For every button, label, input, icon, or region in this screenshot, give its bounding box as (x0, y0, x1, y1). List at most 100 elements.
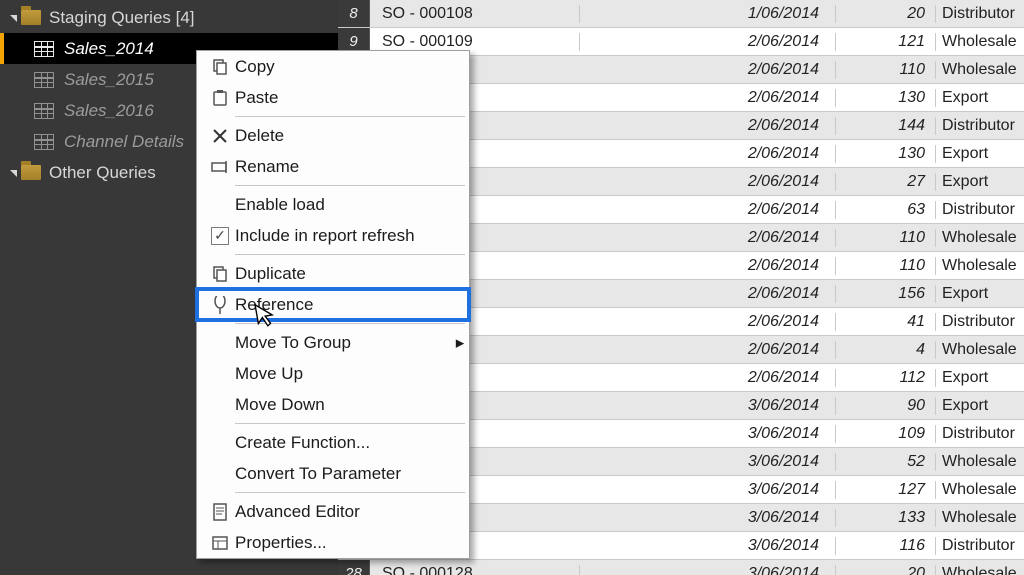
menu-item-copy[interactable]: Copy (197, 51, 469, 82)
menu-item-label: Enable load (235, 195, 469, 215)
menu-item-label: Create Function... (235, 433, 469, 453)
folder-label: Other Queries (49, 163, 156, 183)
cell-date: 2/06/2014 (580, 89, 836, 107)
cell-qty: 63 (836, 201, 936, 219)
query-label: Sales_2016 (64, 101, 154, 121)
menu-item-label: Rename (235, 157, 469, 177)
cell-date: 2/06/2014 (580, 33, 836, 51)
menu-separator (235, 492, 465, 493)
menu-item-reference[interactable]: Reference (197, 289, 469, 320)
cell-qty: 121 (836, 33, 936, 51)
cell-date: 3/06/2014 (580, 425, 836, 443)
menu-item-label: Paste (235, 88, 469, 108)
cell-channel: Export (936, 369, 1024, 387)
cell-qty: 41 (836, 313, 936, 331)
cell-channel: Export (936, 145, 1024, 163)
cell-channel: Wholesale (936, 33, 1024, 51)
cell-so: SO - 000109 (370, 33, 580, 51)
cell-channel: Export (936, 285, 1024, 303)
cell-qty: 144 (836, 117, 936, 135)
menu-item-enable-load[interactable]: Enable load (197, 189, 469, 220)
delete-icon (205, 128, 235, 144)
table-row[interactable]: 28SO - 0001283/06/201420Wholesale (338, 560, 1024, 575)
cell-date: 2/06/2014 (580, 201, 836, 219)
menu-item-paste[interactable]: Paste (197, 82, 469, 113)
menu-item-properties[interactable]: Properties... (197, 527, 469, 558)
cell-channel: Wholesale (936, 481, 1024, 499)
query-label: Sales_2015 (64, 70, 154, 90)
menu-item-label: Advanced Editor (235, 502, 469, 522)
cell-channel: Distributor (936, 117, 1024, 135)
menu-item-move-to-group[interactable]: Move To Group▸ (197, 327, 469, 358)
table-icon (34, 72, 54, 88)
cell-date: 3/06/2014 (580, 537, 836, 555)
cell-channel: Distributor (936, 537, 1024, 555)
menu-item-convert-to-parameter[interactable]: Convert To Parameter (197, 458, 469, 489)
cell-qty: 110 (836, 229, 936, 247)
cell-channel: Wholesale (936, 257, 1024, 275)
cell-qty: 127 (836, 481, 936, 499)
menu-separator (235, 116, 465, 117)
cell-channel: Wholesale (936, 61, 1024, 79)
paste-icon (205, 89, 235, 107)
cell-qty: 20 (836, 5, 936, 23)
cell-date: 3/06/2014 (580, 397, 836, 415)
cell-channel: Wholesale (936, 453, 1024, 471)
query-label: Sales_2014 (64, 39, 154, 59)
menu-separator (235, 423, 465, 424)
cell-qty: 27 (836, 173, 936, 191)
menu-item-label: Convert To Parameter (235, 464, 469, 484)
table-row[interactable]: 8SO - 0001081/06/201420Distributor (338, 0, 1024, 28)
cell-date: 2/06/2014 (580, 173, 836, 191)
cell-qty: 156 (836, 285, 936, 303)
editor-icon (205, 503, 235, 521)
folder-staging-queries[interactable]: Staging Queries [4] (0, 2, 338, 33)
cell-channel: Export (936, 173, 1024, 191)
cell-channel: Wholesale (936, 341, 1024, 359)
cell-date: 3/06/2014 (580, 509, 836, 527)
menu-item-duplicate[interactable]: Duplicate (197, 258, 469, 289)
cell-channel: Distributor (936, 201, 1024, 219)
cell-date: 2/06/2014 (580, 369, 836, 387)
cell-date: 2/06/2014 (580, 117, 836, 135)
cell-qty: 133 (836, 509, 936, 527)
cell-date: 2/06/2014 (580, 145, 836, 163)
row-index: 8 (338, 0, 370, 27)
menu-item-label: Properties... (235, 533, 469, 553)
table-icon (34, 134, 54, 150)
cell-qty: 112 (836, 369, 936, 387)
menu-item-label: Move Up (235, 364, 469, 384)
query-context-menu: Copy Paste Delete Rename Enable load ✓Include… (196, 50, 470, 559)
menu-item-move-up[interactable]: Move Up (197, 358, 469, 389)
cell-qty: 90 (836, 397, 936, 415)
menu-item-label: Reference (235, 295, 469, 315)
cell-qty: 109 (836, 425, 936, 443)
cell-qty: 110 (836, 61, 936, 79)
cell-qty: 110 (836, 257, 936, 275)
folder-icon (21, 165, 41, 180)
copy-icon (205, 265, 235, 283)
cell-qty: 116 (836, 537, 936, 555)
submenu-arrow-icon: ▸ (451, 333, 469, 353)
cell-date: 2/06/2014 (580, 313, 836, 331)
menu-item-label: Duplicate (235, 264, 469, 284)
copy-icon (205, 58, 235, 76)
folder-icon (21, 10, 41, 25)
menu-item-label: Include in report refresh (235, 226, 469, 246)
menu-separator (235, 254, 465, 255)
menu-item-label: Move Down (235, 395, 469, 415)
cell-channel: Export (936, 397, 1024, 415)
cell-channel: Wholesale (936, 565, 1024, 575)
menu-item-advanced-editor[interactable]: Advanced Editor (197, 496, 469, 527)
cell-date: 2/06/2014 (580, 229, 836, 247)
reference-icon (205, 296, 235, 314)
menu-item-create-function[interactable]: Create Function... (197, 427, 469, 458)
cell-date: 2/06/2014 (580, 257, 836, 275)
menu-item-move-down[interactable]: Move Down (197, 389, 469, 420)
menu-item-delete[interactable]: Delete (197, 120, 469, 151)
cell-channel: Distributor (936, 5, 1024, 23)
cell-qty: 20 (836, 565, 936, 575)
menu-item-include-in-report-refresh[interactable]: ✓Include in report refresh (197, 220, 469, 251)
properties-icon (205, 534, 235, 552)
menu-item-rename[interactable]: Rename (197, 151, 469, 182)
